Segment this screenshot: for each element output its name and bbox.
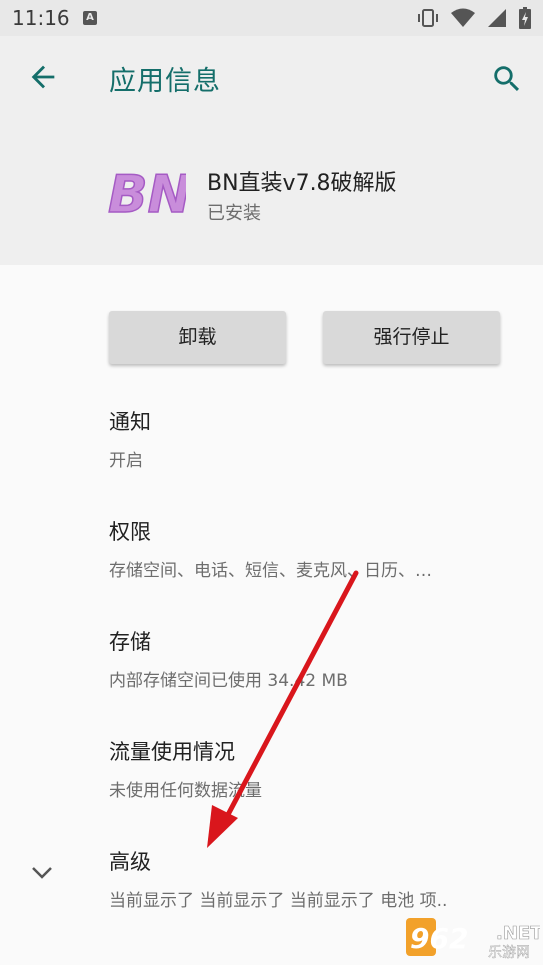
setting-data-usage[interactable]: 流量使用情况 未使用任何数据流量 (109, 736, 529, 801)
watermark-logo: 962 .NET 乐游网 (404, 915, 543, 961)
setting-title: 权限 (109, 520, 151, 544)
battery-charging-icon (519, 7, 531, 33)
setting-summary: 当前显示了 当前显示了 当前显示了 电池 项.. (109, 891, 448, 911)
app-install-status: 已安装 (207, 203, 261, 224)
wifi-icon (451, 8, 475, 32)
search-icon (494, 66, 520, 92)
watermark-suffix: .NET (496, 923, 540, 944)
status-bar: 11:16 A (0, 0, 543, 36)
watermark-subtitle: 乐游网 (488, 945, 530, 961)
signal-icon (487, 8, 507, 32)
setting-summary: 存储空间、电话、短信、麦克风、日历、… (109, 561, 432, 581)
page-title: 应用信息 (109, 66, 221, 97)
app-header (0, 36, 543, 265)
setting-summary: 开启 (109, 451, 143, 471)
setting-summary: 未使用任何数据流量 (109, 781, 262, 801)
setting-notifications[interactable]: 通知 开启 (109, 406, 529, 471)
setting-title: 通知 (109, 410, 151, 434)
status-icons (417, 7, 531, 33)
setting-permissions[interactable]: 权限 存储空间、电话、短信、麦克风、日历、… (109, 516, 529, 581)
chevron-down-icon[interactable] (28, 860, 56, 884)
force-stop-button[interactable]: 强行停止 (323, 311, 500, 364)
search-button[interactable] (490, 62, 524, 96)
setting-title: 高级 (109, 850, 151, 874)
arrow-back-icon (31, 65, 55, 89)
setting-summary: 内部存储空间已使用 34.42 MB (109, 671, 348, 691)
notification-icon: A (83, 11, 97, 25)
app-name: BN直装v7.8破解版 (207, 171, 397, 196)
setting-title: 存储 (109, 630, 151, 654)
vibrate-icon (417, 8, 439, 32)
watermark-number: 962 (410, 922, 468, 955)
status-time: 11:16 (12, 6, 70, 30)
app-icon-text: BN (108, 165, 186, 224)
app-icon: BN (104, 158, 192, 226)
back-button[interactable] (26, 60, 60, 94)
uninstall-button[interactable]: 卸载 (109, 311, 286, 364)
setting-storage[interactable]: 存储 内部存储空间已使用 34.42 MB (109, 626, 529, 691)
setting-advanced[interactable]: 高级 当前显示了 当前显示了 当前显示了 电池 项.. (109, 846, 529, 911)
setting-title: 流量使用情况 (109, 740, 235, 764)
